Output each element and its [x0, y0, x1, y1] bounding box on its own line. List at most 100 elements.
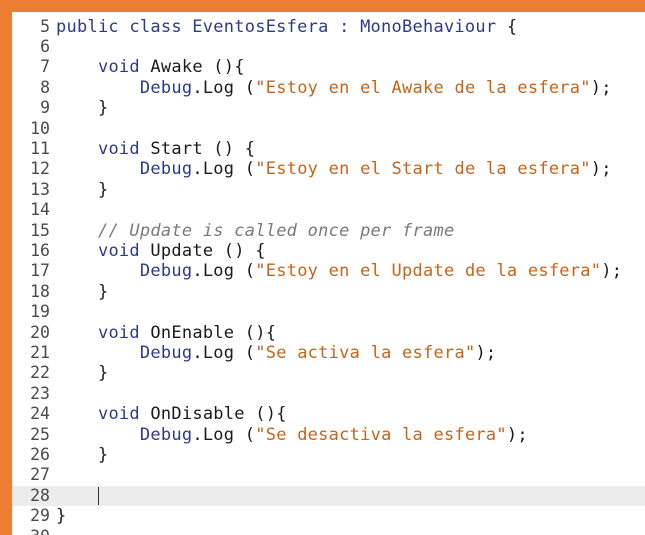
code-line[interactable]: 30: [12, 527, 645, 535]
code-line[interactable]: 7 void Awake (){: [12, 57, 645, 77]
code-token: void: [97, 57, 140, 78]
code-text: void Update () {: [56, 241, 266, 261]
code-line[interactable]: 12 Debug.Log ("Estoy en el Start de la e…: [12, 159, 645, 179]
code-text: Debug.Log ("Estoy en el Update de la esf…: [56, 261, 622, 281]
code-line[interactable]: 5 public class EventosEsfera : MonoBehavi…: [12, 17, 645, 37]
code-text: // Update is called once per frame: [56, 221, 454, 241]
code-text: Debug.Log ("Estoy en el Start de la esfe…: [56, 159, 612, 179]
code-token: MonoBehaviour: [360, 16, 497, 37]
code-text: }: [56, 180, 108, 200]
code-line[interactable]: 19: [12, 302, 645, 322]
code-token: .Log (: [192, 424, 256, 445]
code-line[interactable]: 17 Debug.Log ("Estoy en el Update de la …: [12, 261, 645, 281]
code-line[interactable]: 20 void OnEnable (){: [12, 323, 645, 343]
code-token: }: [56, 281, 109, 302]
line-number: 7: [40, 57, 50, 77]
code-token: "Estoy en el Awake de la esfera": [255, 77, 591, 98]
code-text: }: [56, 282, 108, 302]
line-number: 30: [12, 527, 50, 535]
code-token: Debug: [139, 159, 193, 180]
code-line[interactable]: 23: [12, 384, 645, 404]
code-token: "Se activa la esfera": [255, 342, 476, 363]
code-line[interactable]: 25 Debug.Log ("Se desactiva la esfera");: [12, 425, 645, 445]
line-number: 15: [30, 220, 50, 240]
line-number: 18: [30, 281, 50, 301]
code-token: "Se desactiva la esfera": [255, 424, 507, 445]
line-number: 28: [30, 485, 50, 505]
code-token: void: [97, 138, 140, 159]
line-number: 17: [30, 261, 50, 281]
line-number: 24: [30, 404, 50, 424]
code-token: void: [97, 240, 140, 261]
code-token: );: [590, 159, 612, 180]
code-line[interactable]: 22 }: [12, 363, 645, 383]
code-text: }: [56, 363, 108, 383]
code-token: // Update is called once per frame: [97, 220, 455, 241]
code-line[interactable]: 13 }: [12, 180, 645, 200]
code-line[interactable]: 8 Debug.Log ("Estoy en el Awake de la es…: [12, 78, 645, 98]
code-line[interactable]: 26 }: [12, 445, 645, 465]
code-line[interactable]: 6: [12, 37, 645, 57]
code-text: Debug.Log ("Se desactiva la esfera");: [56, 425, 528, 445]
code-token: OnDisable (){: [139, 404, 287, 425]
line-number: 13: [30, 179, 50, 199]
code-token: }: [56, 98, 109, 119]
code-line[interactable]: 29}: [12, 506, 645, 526]
code-line[interactable]: 11 void Start () {: [12, 139, 645, 159]
code-token: OnEnable (){: [139, 322, 277, 343]
line-number: 20: [30, 322, 50, 342]
line-number: 21: [30, 342, 50, 362]
code-text: }: [56, 98, 108, 118]
code-text: void Awake (){: [56, 57, 245, 77]
code-text: void OnEnable (){: [56, 323, 276, 343]
code-line[interactable]: 14: [12, 200, 645, 220]
line-number: 14: [30, 200, 50, 220]
code-line[interactable]: 27: [12, 465, 645, 485]
line-number: 22: [30, 363, 50, 383]
code-token: Start () {: [139, 138, 256, 159]
line-number: 9: [40, 98, 50, 118]
code-token: Debug: [139, 424, 193, 445]
line-number: 11: [30, 138, 50, 158]
code-line[interactable]: 18 }: [12, 282, 645, 302]
code-token: {: [496, 16, 518, 37]
code-token: }: [56, 506, 67, 527]
code-token: );: [506, 424, 528, 445]
code-text: Debug.Log ("Se activa la esfera");: [56, 343, 496, 363]
code-line[interactable]: 9 }: [12, 98, 645, 118]
code-line[interactable]: 24 void OnDisable (){: [12, 404, 645, 424]
code-token: }: [56, 363, 109, 384]
code-token: "Estoy en el Update de la esfera": [255, 261, 602, 282]
code-token: );: [590, 77, 612, 98]
line-number: 8: [40, 77, 50, 97]
code-line[interactable]: 15 // Update is called once per frame: [12, 221, 645, 241]
orange-frame: 5 public class EventosEsfera : MonoBehavi…: [0, 0, 645, 535]
code-text: public class EventosEsfera : MonoBehavio…: [56, 17, 517, 37]
line-number: 25: [30, 424, 50, 444]
code-text: void OnDisable (){: [56, 404, 287, 424]
code-line[interactable]: 16 void Update () {: [12, 241, 645, 261]
code-line[interactable]: 21 Debug.Log ("Se activa la esfera");: [12, 343, 645, 363]
code-text: Debug.Log ("Estoy en el Awake de la esfe…: [56, 78, 612, 98]
line-number: 27: [30, 465, 50, 485]
code-text: }: [56, 506, 67, 526]
code-token: .Log (: [192, 342, 256, 363]
code-text: }: [56, 445, 108, 465]
code-token: );: [601, 261, 623, 282]
line-number: 26: [30, 444, 50, 464]
line-number: 16: [30, 240, 50, 260]
code-token: .Log (: [192, 261, 256, 282]
code-line[interactable]: 28: [12, 485, 645, 507]
code-token: public class EventosEsfera :: [56, 16, 361, 37]
code-token: }: [56, 179, 109, 200]
code-editor[interactable]: 5 public class EventosEsfera : MonoBehavi…: [12, 12, 645, 535]
code-line[interactable]: 10: [12, 119, 645, 139]
